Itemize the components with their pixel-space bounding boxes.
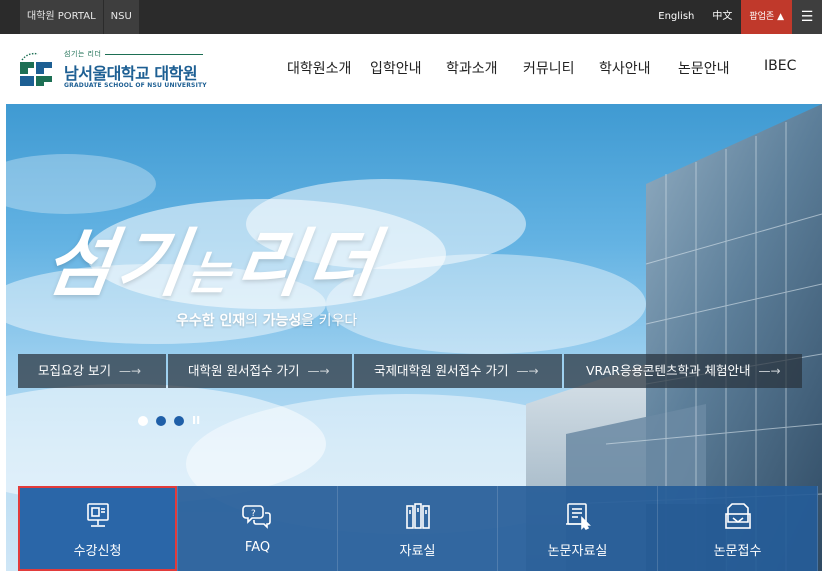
university-logo-icon — [20, 52, 52, 86]
hero-subslogan: 우수한 인재의 가능성을 키우다 — [176, 310, 357, 330]
quick-label: FAQ — [244, 540, 271, 555]
slogan-part-3: 리더 — [229, 221, 386, 307]
english-link[interactable]: English — [649, 0, 703, 34]
svg-text:?: ? — [251, 509, 256, 519]
portal-link[interactable]: 대학원 PORTAL — [20, 0, 104, 34]
chat-bubbles-icon: ? — [241, 505, 271, 529]
slogan-part-2: 는 — [184, 246, 239, 300]
grad-application-button[interactable]: 대학원 원서접수 가기 —→ — [168, 354, 352, 388]
slogan-part-1: 섬기 — [39, 221, 196, 307]
quick-label: 논문접수 — [713, 544, 762, 559]
nav-community[interactable]: 커뮤니티 — [523, 58, 575, 78]
logo-tagline: 섬기는 리더 — [64, 49, 203, 59]
pause-icon[interactable]: II — [192, 415, 200, 427]
arrow-right-icon: —→ — [758, 364, 781, 378]
hero-slogan: 섬기는리더 — [38, 204, 388, 311]
quick-menu: 수강신청 ? FAQ 자료실 논문자료실 논문접수 — [18, 486, 822, 571]
arrow-right-icon: —→ — [118, 364, 142, 378]
subslogan-text-1: 의 — [245, 313, 263, 329]
nav-about[interactable]: 대학원소개 — [287, 58, 351, 78]
quick-label: 수강신청 — [73, 544, 122, 559]
slide-dot-3[interactable] — [174, 416, 184, 426]
arrow-right-icon: —→ — [516, 364, 539, 378]
recruitment-guide-label: 모집요강 보기 — [38, 363, 111, 378]
hamburger-icon[interactable]: ☰ — [792, 0, 822, 34]
subslogan-strong-2: 가능성 — [262, 313, 302, 329]
quick-label: 논문자료실 — [547, 544, 608, 559]
chinese-link[interactable]: 中文 — [703, 0, 741, 34]
vrar-experience-button[interactable]: VRAR응용콘텐츠학과 체험안내 —→ — [564, 354, 802, 388]
envelope-tray-icon — [724, 503, 751, 529]
nav-academic[interactable]: 학사안내 — [599, 58, 651, 78]
nsu-link[interactable]: NSU — [103, 0, 140, 34]
slide-dot-2[interactable] — [156, 416, 166, 426]
header: 섬기는 리더 남서울대학교 대학원 GRADUATE SCHOOL OF NSU… — [0, 34, 822, 104]
subslogan-strong-1: 우수한 인재 — [176, 313, 246, 329]
slide-dot-1[interactable] — [138, 416, 148, 426]
grad-application-label: 대학원 원서접수 가기 — [188, 363, 300, 378]
arrow-right-icon: —→ — [307, 364, 330, 378]
document-cursor-icon — [565, 503, 591, 531]
monitor-icon — [86, 503, 109, 527]
logo-name: 남서울대학교 대학원 — [64, 64, 198, 83]
quick-faq[interactable]: ? FAQ — [178, 486, 338, 571]
vrar-experience-label: VRAR응용콘텐츠학과 체험안내 — [586, 363, 751, 378]
quick-label: 자료실 — [399, 544, 436, 559]
intl-grad-application-button[interactable]: 국제대학원 원서접수 가기 —→ — [354, 354, 562, 388]
page: 대학원 PORTAL NSU English 中文 팝업존 ▲ ☰ 섬기는 리더… — [0, 0, 822, 571]
recruitment-guide-button[interactable]: 모집요강 보기 —→ — [18, 354, 166, 388]
logo-english-name: GRADUATE SCHOOL OF NSU UNIVERSITY — [64, 82, 207, 89]
slide-indicators: II — [138, 415, 200, 427]
utility-bar: 대학원 PORTAL NSU English 中文 팝업존 ▲ ☰ — [0, 0, 822, 34]
intl-grad-application-label: 국제대학원 원서접수 가기 — [374, 363, 509, 378]
logo[interactable]: 섬기는 리더 남서울대학교 대학원 GRADUATE SCHOOL OF NSU… — [18, 48, 218, 94]
quick-archive[interactable]: 자료실 — [338, 486, 498, 571]
quick-thesis-archive[interactable]: 논문자료실 — [498, 486, 658, 571]
nav-thesis[interactable]: 논문안내 — [678, 58, 730, 78]
nav-ibec[interactable]: IBEC — [764, 58, 796, 78]
binders-icon — [405, 503, 430, 529]
quick-thesis-submission[interactable]: 논문접수 — [658, 486, 818, 571]
quick-course-registration[interactable]: 수강신청 — [18, 486, 178, 571]
popup-zone-button[interactable]: 팝업존 ▲ — [741, 0, 792, 34]
nav-departments[interactable]: 학과소개 — [446, 58, 498, 78]
nav-admission[interactable]: 입학안내 — [370, 58, 422, 78]
subslogan-text-2: 을 키우다 — [301, 313, 358, 329]
